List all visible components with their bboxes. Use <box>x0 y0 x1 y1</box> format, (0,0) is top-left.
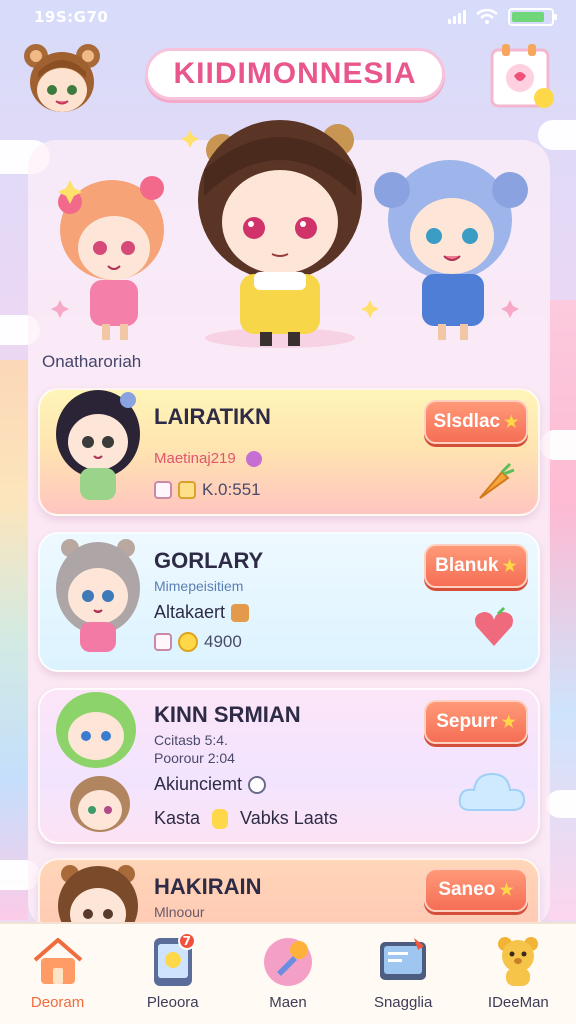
cloud-decoration <box>538 120 576 150</box>
list-item[interactable]: KINN SRMIAN Ccitasb 5:4. Poorour 2:04 Ak… <box>38 688 540 844</box>
screen-icon <box>380 938 427 980</box>
card-title: LAIRATIKN <box>154 404 271 429</box>
profile-avatar[interactable] <box>18 38 106 118</box>
nav-label: Deoram <box>30 994 85 1011</box>
notification-badge: 7 <box>177 932 196 950</box>
card-subtitle: Mimepeisitiem <box>154 578 244 594</box>
card-action-button[interactable]: Saneo ★ <box>424 868 528 912</box>
card-subtitle: Mlnoour <box>154 904 205 920</box>
status-bar: 19S:G70 <box>0 0 576 34</box>
thumbs-up-icon <box>212 808 229 829</box>
section-label: Onatharoriah <box>42 352 142 371</box>
card-action-button[interactable]: Sepurr ★ <box>424 700 528 744</box>
card-subtitle-secondary: Poorour 2:04 <box>154 750 235 766</box>
card-meta-right: Vabks Laats <box>240 808 338 828</box>
ticket-icon <box>154 633 172 651</box>
clock-icon <box>248 775 267 794</box>
card-line: Altakaert <box>154 602 250 623</box>
card-line-text: Akiunciemt <box>154 774 243 794</box>
character-portrait <box>48 686 148 836</box>
card-action-label: Sepurr <box>436 711 498 732</box>
coin-box-icon <box>178 481 196 499</box>
character-portrait <box>48 386 148 506</box>
nav-label: Pleoora <box>146 994 199 1011</box>
star-icon: ★ <box>504 414 519 431</box>
nav-item-home[interactable]: Deoram <box>3 932 113 1018</box>
star-icon: ★ <box>499 882 514 899</box>
star-icon: ★ <box>502 558 517 575</box>
character-center <box>198 120 362 346</box>
bubble-icon <box>245 451 262 468</box>
nav-label: IDeeMan <box>487 994 549 1011</box>
bottom-nav: Deoram 7 Pleoora Maen Snagglia IDeeMan <box>0 922 576 1024</box>
card-meta: 4900 <box>154 632 242 652</box>
hero-characters <box>40 110 540 360</box>
character-left <box>58 176 164 340</box>
heart-icon <box>475 606 513 646</box>
nav-item-screen[interactable]: Snagglia <box>348 932 458 1018</box>
character-portrait <box>48 856 148 932</box>
nav-label: Snagglia <box>373 994 433 1011</box>
character-right <box>374 160 528 340</box>
battery-icon <box>508 8 557 26</box>
character-portrait <box>48 530 148 652</box>
card-action-label: Saneo <box>438 879 496 900</box>
battery-level <box>512 12 545 22</box>
card-title: GORLARY <box>154 548 264 573</box>
status-time: 19S:G70 <box>34 8 109 26</box>
coin-icon <box>178 632 198 652</box>
bear-icon <box>498 937 539 986</box>
wifi-icon <box>476 9 498 24</box>
nav-label: Maen <box>269 994 307 1011</box>
card-line: Akiunciemt <box>154 774 267 795</box>
card-subtitle: Ccitasb 5:4. <box>154 732 228 748</box>
card-action-button[interactable]: Slsdlac ★ <box>424 400 528 444</box>
app-title: KIIDIMONNESIA <box>145 48 445 100</box>
notebook-button[interactable] <box>488 42 558 112</box>
tablet-icon-wrap: 7 <box>144 932 202 990</box>
cloud-icon <box>458 772 526 811</box>
signal-icon <box>448 10 466 24</box>
cookie-icon <box>231 603 250 622</box>
notebook-icon <box>490 44 554 108</box>
card-subtitle-text: Maetinaj219 <box>154 450 236 467</box>
star-icon: ★ <box>501 714 516 731</box>
card-meta-value: K.0:551 <box>202 480 261 499</box>
rainbow-stripe-right <box>548 300 576 920</box>
carrot-icon <box>479 462 515 499</box>
card-action-label: Slsdlac <box>433 411 501 432</box>
card-action-button[interactable]: Blanuk ★ <box>424 544 528 588</box>
status-icons <box>448 8 557 26</box>
card-meta: Kasta Vabks Laats <box>154 808 338 829</box>
card-meta-value: 4900 <box>204 632 242 651</box>
home-icon <box>33 938 82 984</box>
card-meta-left: Kasta <box>154 808 201 828</box>
card-meta: K.0:551 <box>154 480 261 500</box>
nav-item-main[interactable]: Maen <box>233 932 343 1018</box>
card-line-text: Altakaert <box>154 602 226 622</box>
card-subtitle: Maetinaj219 <box>154 450 262 468</box>
list-item[interactable]: LAIRATIKN Maetinaj219 K.0:551 Slsdlac ★ <box>38 388 540 516</box>
rainbow-stripe-left <box>0 360 28 920</box>
list-item[interactable]: GORLARY Mimepeisitiem Altakaert 4900 Bla… <box>38 532 540 672</box>
nav-item-bear[interactable]: IDeeMan <box>463 932 573 1018</box>
nav-item-tablet[interactable]: 7 Pleoora <box>118 932 228 1018</box>
palette-icon <box>263 938 312 986</box>
card-title: KINN SRMIAN <box>154 702 301 727</box>
ticket-icon <box>154 481 172 499</box>
card-action-label: Blanuk <box>435 555 499 576</box>
card-title: HAKIRAIN <box>154 874 262 899</box>
cloud-decoration <box>546 790 576 818</box>
